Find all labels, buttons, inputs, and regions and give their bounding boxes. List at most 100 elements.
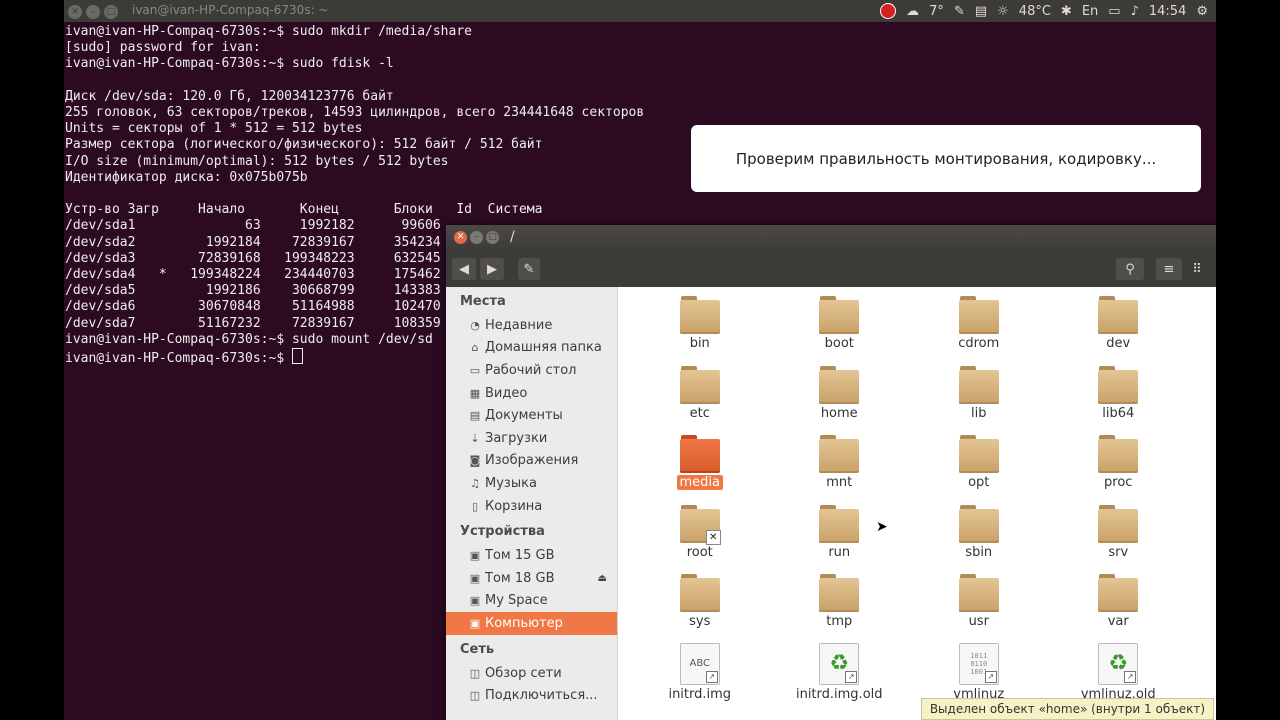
file-item-mnt[interactable]: mnt	[770, 433, 910, 503]
cpu-temp[interactable]: 48°C	[1019, 4, 1051, 19]
location-toggle-button[interactable]: ✎	[518, 258, 540, 280]
file-grid: bin boot cdrom dev etc home lib lib64 media mnt op…	[630, 294, 1188, 711]
file-item-boot[interactable]: boot	[770, 294, 910, 364]
sidebar-item-places-2[interactable]: ▭ Рабочий стол	[446, 359, 617, 382]
places-header: Места	[460, 294, 506, 309]
minimize-icon[interactable]: –	[470, 231, 483, 244]
bluetooth-icon[interactable]: ✱	[1061, 4, 1072, 19]
file-item-sys[interactable]: sys	[630, 572, 770, 642]
keyboard-layout[interactable]: En	[1082, 4, 1098, 19]
file-item-bin[interactable]: bin	[630, 294, 770, 364]
sidebar-item-label: My Space	[485, 593, 548, 609]
sidebar-item-places-7[interactable]: ♫ Музыка	[446, 472, 617, 495]
file-item-sbin[interactable]: sbin	[909, 503, 1049, 573]
sidebar-item-label: Видео	[485, 385, 528, 401]
file-manager-body: Места ◔ Недавние ⌂ Домашняя папка ▭ Рабочий ст…	[446, 287, 1216, 720]
camera-icon: ◙	[469, 454, 481, 468]
file-item-label: usr	[968, 614, 989, 629]
drive-icon: ▣	[469, 594, 481, 608]
sidebar-item-places-0[interactable]: ◔ Недавние	[446, 314, 617, 337]
file-item-initrd-img-old[interactable]: ♻ ↗ initrd.img.old	[770, 642, 910, 712]
file-item-dev[interactable]: dev	[1049, 294, 1189, 364]
grid-view-button[interactable]: ⠿	[1184, 258, 1210, 280]
search-icon: ⚲	[1125, 261, 1135, 277]
volume-icon[interactable]: ♪	[1131, 4, 1139, 19]
file-item-cdrom[interactable]: cdrom	[909, 294, 1049, 364]
file-item-opt[interactable]: opt	[909, 433, 1049, 503]
maximize-icon[interactable]: □	[486, 231, 499, 244]
annotation-note: Проверим правильность монтирования, коди…	[691, 125, 1201, 192]
file-item-home[interactable]: home	[770, 364, 910, 434]
file-item-srv[interactable]: srv	[1049, 503, 1189, 573]
terminal-line: Устр-во Загр Начало Конец Блоки Id Систе…	[65, 202, 543, 218]
sidebar-item-places-5[interactable]: ⇣ Загрузки	[446, 427, 617, 450]
file-view[interactable]: bin boot cdrom dev etc home lib lib64 media mnt op…	[618, 287, 1216, 720]
top-panel: ✕ – □ ivan@ivan-HP-Compaq-6730s: ~ ☁ 7° ✎ …	[64, 0, 1216, 22]
search-button[interactable]: ⚲	[1116, 258, 1144, 280]
drive-icon: ▣	[469, 549, 481, 563]
file-item-initrd-img[interactable]: ABC ↗ initrd.img	[630, 642, 770, 712]
folder-icon	[958, 435, 999, 473]
folder-icon	[1098, 435, 1139, 473]
file-item-label: initrd.img	[668, 686, 732, 702]
minimize-icon[interactable]: –	[86, 5, 100, 19]
sidebar-item-network-1[interactable]: ◫ Подключиться...	[446, 684, 617, 707]
edit-icon: ✎	[523, 261, 535, 277]
gear-icon[interactable]: ⚙	[1196, 4, 1208, 19]
eject-icon[interactable]: ⏏	[598, 573, 607, 584]
file-item-label: sys	[689, 614, 711, 629]
maximize-icon[interactable]: □	[104, 5, 118, 19]
terminal-line: ivan@ivan-HP-Compaq-6730s:~$ sudo mkdir …	[65, 24, 472, 39]
file-item-usr[interactable]: usr	[909, 572, 1049, 642]
file-manager-toolbar: ◀ ▶ ✎ ⚲ ≡ ⠿	[446, 251, 1216, 287]
sidebar-item-places-6[interactable]: ◙ Изображения	[446, 450, 617, 473]
file-manager-window[interactable]: ✕ – □ / ◀ ▶ ✎ ⚲ ≡ ⠿ Места ◔ Недавние ⌂ Домаш…	[446, 225, 1216, 720]
battery-icon[interactable]: ▭	[1108, 4, 1120, 19]
grid-icon: ⠿	[1192, 261, 1202, 277]
file-item-lib64[interactable]: lib64	[1049, 364, 1189, 434]
sidebar-item-places-1[interactable]: ⌂ Домашняя папка	[446, 337, 617, 360]
weather-icon[interactable]: ☁	[906, 4, 919, 19]
folder-icon: ✕	[679, 504, 721, 545]
file-item-media[interactable]: media	[630, 433, 770, 503]
sidebar-item-devices-3[interactable]: ▣ Компьютер	[446, 612, 617, 635]
sidebar-item-places-8[interactable]: ▯ Корзина	[446, 495, 617, 518]
file-item-proc[interactable]: proc	[1049, 433, 1189, 503]
list-view-button[interactable]: ≡	[1156, 258, 1182, 280]
file-item-run[interactable]: run	[770, 503, 910, 573]
sidebar-item-network-0[interactable]: ◫ Обзор сети	[446, 662, 617, 685]
back-button[interactable]: ◀	[452, 258, 476, 280]
folder-icon	[1098, 296, 1139, 334]
sun-icon[interactable]: ☼	[997, 4, 1009, 19]
file-manager-titlebar[interactable]: ✕ – □ /	[446, 225, 1216, 251]
weather-temp[interactable]: 7°	[929, 4, 944, 19]
sidebar-item-devices-2[interactable]: ▣ My Space	[446, 590, 617, 613]
sidebar-item-label: Подключиться...	[485, 688, 598, 704]
sidebar-item-devices-1[interactable]: ▣ Том 18 GB ⏏	[446, 567, 617, 590]
file-item-lib[interactable]: lib	[909, 364, 1049, 434]
terminal-cursor	[291, 348, 303, 365]
forward-button[interactable]: ▶	[480, 258, 504, 280]
file-item-var[interactable]: var	[1049, 572, 1189, 642]
network-header: Сеть	[460, 641, 495, 657]
record-icon[interactable]	[880, 3, 897, 19]
close-icon[interactable]: ✕	[454, 231, 467, 244]
folder-icon	[819, 365, 860, 404]
file-item-etc[interactable]: etc	[630, 364, 770, 434]
file-item-tmp[interactable]: tmp	[770, 572, 910, 642]
clock[interactable]: 14:54	[1149, 4, 1186, 19]
mouse-pointer-icon: ➤	[876, 519, 888, 535]
clock-icon: ◔	[470, 318, 480, 332]
sidebar-item-places-3[interactable]: ▦ Видео	[446, 382, 617, 405]
file-item-root[interactable]: ✕ root	[630, 503, 770, 573]
indicator-icon[interactable]: ▤	[975, 4, 987, 19]
sidebar-item-places-4[interactable]: ▤ Документы	[446, 404, 617, 427]
folder-icon	[1098, 365, 1139, 404]
sidebar-item-devices-0[interactable]: ▣ Том 15 GB	[446, 544, 617, 567]
file-item-label: srv	[1108, 544, 1129, 560]
file-item-label: etc	[689, 405, 710, 421]
sidebar-item-label: Компьютер	[485, 615, 563, 631]
sidebar-item-label: Том 15 GB	[485, 548, 555, 564]
pen-icon[interactable]: ✎	[954, 4, 965, 19]
close-icon[interactable]: ✕	[68, 5, 82, 19]
